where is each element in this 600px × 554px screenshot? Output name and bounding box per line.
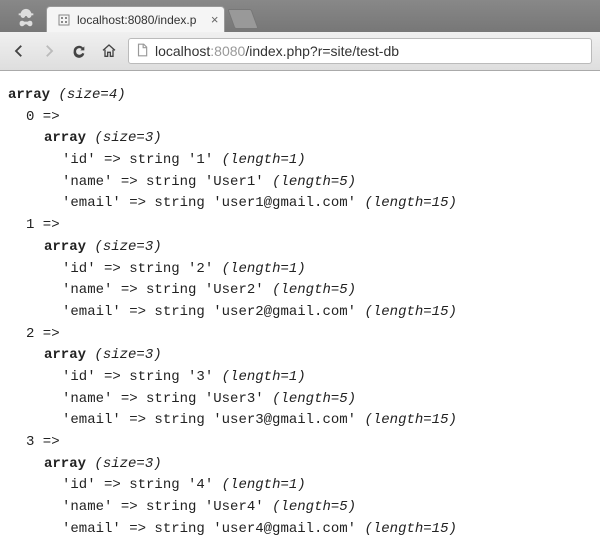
field-line: 'name' => string 'User2' (length=5): [8, 280, 592, 302]
array-index-line: 1 =>: [8, 215, 592, 237]
field-line: 'name' => string 'User3' (length=5): [8, 389, 592, 411]
address-bar[interactable]: localhost:8080/index.php?r=site/test-db: [128, 38, 592, 64]
array-index-line: 3 =>: [8, 432, 592, 454]
url-text: localhost:8080/index.php?r=site/test-db: [155, 43, 399, 59]
new-tab-button[interactable]: [228, 9, 259, 29]
page-content: array (size=4) 0 =>array (size=3)'id' =>…: [0, 71, 600, 554]
field-line: 'id' => string '3' (length=1): [8, 367, 592, 389]
incognito-icon: [12, 4, 40, 32]
field-line: 'email' => string 'user1@gmail.com' (len…: [8, 193, 592, 215]
field-line: 'id' => string '1' (length=1): [8, 150, 592, 172]
browser-tab[interactable]: localhost:8080/index.p ×: [46, 6, 225, 32]
toolbar: localhost:8080/index.php?r=site/test-db: [0, 32, 600, 70]
tab-favicon-icon: [57, 13, 71, 27]
dump-outer: array (size=4): [8, 85, 592, 107]
field-line: 'email' => string 'user4@gmail.com' (len…: [8, 519, 592, 541]
field-line: 'id' => string '2' (length=1): [8, 259, 592, 281]
array-index-line: 0 =>: [8, 107, 592, 129]
browser-chrome: localhost:8080/index.p × localhost:8080/…: [0, 0, 600, 71]
tab-bar: localhost:8080/index.p ×: [0, 0, 600, 32]
array-keyword: array: [8, 87, 58, 103]
back-button[interactable]: [8, 40, 30, 62]
inner-array-line: array (size=3): [8, 128, 592, 150]
inner-array-line: array (size=3): [8, 345, 592, 367]
reload-button[interactable]: [68, 40, 90, 62]
field-line: 'email' => string 'user3@gmail.com' (len…: [8, 410, 592, 432]
array-index-line: 2 =>: [8, 324, 592, 346]
tab-title: localhost:8080/index.p: [77, 13, 196, 27]
field-line: 'name' => string 'User1' (length=5): [8, 172, 592, 194]
page-icon: [135, 43, 149, 60]
field-line: 'email' => string 'user2@gmail.com' (len…: [8, 302, 592, 324]
inner-array-line: array (size=3): [8, 454, 592, 476]
field-line: 'name' => string 'User4' (length=5): [8, 497, 592, 519]
tab-close-icon[interactable]: ×: [211, 12, 219, 27]
home-button[interactable]: [98, 40, 120, 62]
array-size: (size=4): [58, 87, 125, 103]
field-line: 'id' => string '4' (length=1): [8, 475, 592, 497]
inner-array-line: array (size=3): [8, 237, 592, 259]
forward-button[interactable]: [38, 40, 60, 62]
